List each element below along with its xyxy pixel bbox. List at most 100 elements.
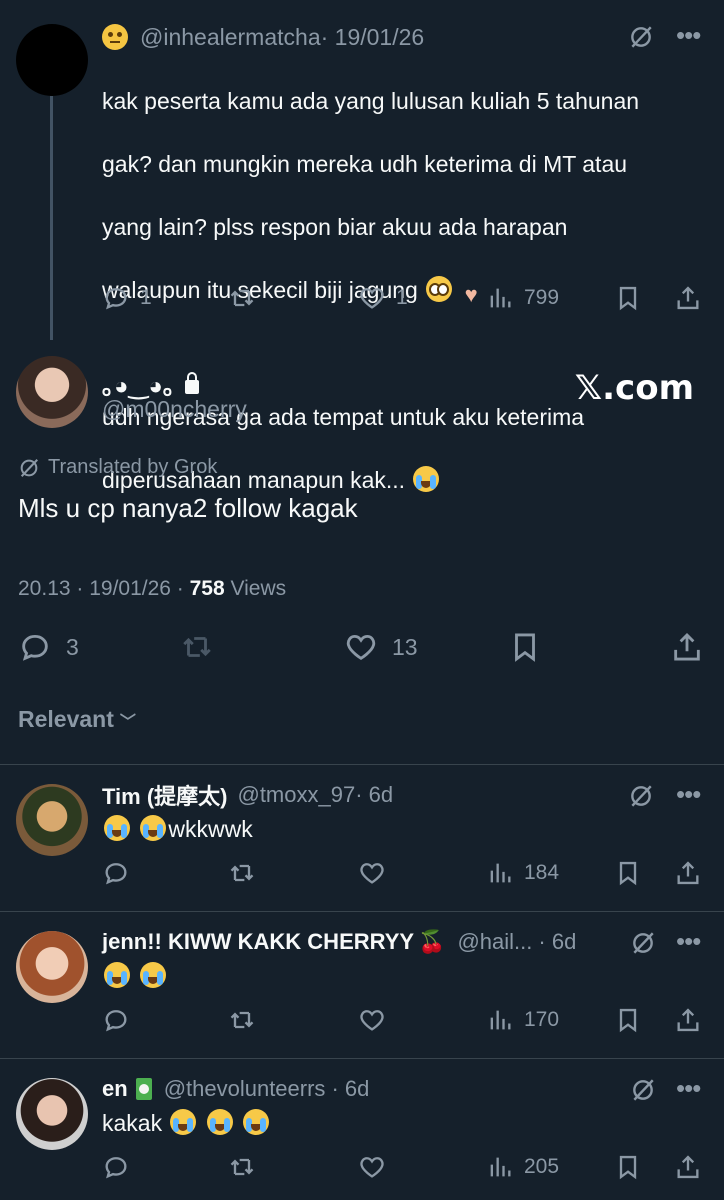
like-button[interactable] (358, 859, 386, 887)
user-handle[interactable]: @hail... (457, 929, 532, 955)
reply-age[interactable]: · 6d (355, 782, 393, 808)
bookmark-icon (614, 1006, 642, 1034)
juice-box-emoji-icon (135, 1078, 152, 1100)
reply-button[interactable] (102, 1006, 130, 1034)
crying-emoji-icon (170, 1109, 197, 1135)
avatar[interactable] (16, 356, 88, 428)
views-button[interactable]: 184 (486, 859, 559, 887)
avatar[interactable] (16, 931, 88, 1003)
user-handle[interactable]: @inhealermatcha (140, 24, 321, 51)
like-button[interactable] (358, 1153, 386, 1181)
more-icon[interactable]: ••• (676, 1073, 701, 1104)
display-name[interactable]: en (102, 1076, 128, 1102)
bookmark-button[interactable] (614, 284, 642, 312)
views-icon (486, 859, 514, 887)
sort-dropdown[interactable]: Relevant ﹀ (18, 706, 136, 733)
like-button[interactable] (358, 1006, 386, 1034)
like-icon (358, 1006, 386, 1034)
thread-page: @inhealermatcha · 19/01/26 ••• kak peser… (0, 0, 724, 1200)
views-button[interactable]: 170 (486, 1006, 559, 1034)
reply-tweet[interactable]: Tim (提摩太) @tmoxx_97 · 6d ••• wkkwwk 184 (0, 765, 724, 911)
cherry-emoji-icon: 🍒 (418, 929, 446, 954)
tweet-date[interactable]: · 19/01/26 (321, 24, 425, 51)
bookmark-icon (508, 630, 542, 664)
reply-age[interactable]: · 6d (538, 929, 576, 955)
reply-text: wkkwwk (168, 816, 253, 842)
more-icon[interactable]: ••• (676, 926, 701, 957)
crying-emoji-icon (104, 815, 130, 841)
tweet-actions: 184 (102, 855, 704, 891)
retweet-icon (228, 284, 256, 312)
reply-icon (102, 284, 130, 312)
views-count: 758 (189, 577, 225, 600)
view-count: 799 (524, 286, 560, 309)
grok-icon[interactable] (628, 783, 654, 809)
retweet-button[interactable] (228, 284, 256, 312)
reply-age[interactable]: · 6d (331, 1076, 369, 1102)
bookmark-button[interactable] (614, 1006, 642, 1034)
reply-header: Tim (提摩太) @tmoxx_97 · 6d (102, 781, 393, 809)
reply-tweet[interactable]: jenn!! KIWW KAKK CHERRYY 🍒 @hail... · 6d… (0, 912, 724, 1058)
retweet-button[interactable] (228, 859, 256, 887)
parent-tweet[interactable]: @inhealermatcha · 19/01/26 ••• kak peser… (0, 0, 724, 493)
share-button[interactable] (674, 1006, 702, 1034)
crying-emoji-icon (206, 1109, 233, 1135)
retweet-icon (180, 630, 214, 664)
bookmark-button[interactable] (508, 630, 542, 664)
more-icon[interactable]: ••• (676, 779, 701, 810)
x-com-watermark: 𝕏.com (574, 368, 694, 408)
share-button[interactable] (670, 630, 704, 664)
bookmark-icon (614, 859, 642, 887)
display-name[interactable]: Tim (提摩太) (102, 779, 227, 811)
views-icon (486, 1153, 514, 1181)
share-button[interactable] (674, 284, 702, 312)
reply-tweet[interactable]: en @thevolunteerrs · 6d ••• kakak 205 (0, 1059, 724, 1200)
views-button[interactable]: 799 (486, 284, 559, 312)
crying-emoji-icon (243, 1109, 270, 1135)
reply-button[interactable] (102, 1153, 130, 1181)
reply-text-row (102, 962, 168, 990)
reply-header: jenn!! KIWW KAKK CHERRYY 🍒 @hail... · 6d (102, 928, 576, 956)
reply-count: 1 (140, 286, 152, 309)
translation-label[interactable]: Translated by Grok (18, 456, 217, 479)
user-handle[interactable]: @thevolunteerrs (164, 1076, 326, 1102)
reply-button[interactable]: 1 (102, 284, 152, 312)
share-button[interactable] (674, 859, 702, 887)
avatar[interactable] (16, 24, 88, 96)
bookmark-button[interactable] (614, 1153, 642, 1181)
bookmark-button[interactable] (614, 859, 642, 887)
lock-icon (184, 371, 199, 394)
crying-emoji-icon (104, 962, 130, 988)
tweet-timestamp[interactable]: 20.13 · 19/01/26 · (18, 577, 190, 600)
like-button[interactable]: 13 (344, 630, 418, 664)
view-count: 170 (524, 1008, 560, 1031)
user-handle[interactable]: @tmoxx_97 (237, 782, 355, 808)
retweet-icon (228, 1006, 256, 1034)
retweet-button[interactable] (180, 630, 214, 664)
grok-icon[interactable] (630, 930, 656, 956)
reply-button[interactable]: 3 (18, 630, 79, 664)
reply-text: kakak (102, 1110, 163, 1136)
reply-button[interactable] (102, 859, 130, 887)
share-button[interactable] (674, 1153, 702, 1181)
grok-icon[interactable] (628, 24, 654, 50)
reply-icon (102, 859, 130, 887)
views-button[interactable]: 205 (486, 1153, 559, 1181)
chevron-down-icon: ﹀ (119, 713, 136, 731)
crying-emoji-icon (140, 815, 167, 841)
tweet-actions: 170 (102, 1002, 704, 1038)
share-icon (670, 630, 704, 664)
like-button[interactable]: 1 (358, 284, 408, 312)
user-handle[interactable]: @m00ncherry (102, 396, 247, 423)
avatar[interactable] (16, 1078, 88, 1150)
retweet-button[interactable] (228, 1006, 256, 1034)
display-name[interactable]: jenn!! KIWW KAKK CHERRYY (102, 929, 414, 955)
like-icon (358, 859, 386, 887)
grok-icon[interactable] (630, 1077, 656, 1103)
grok-icon (18, 457, 40, 479)
more-icon[interactable]: ••• (676, 20, 701, 51)
retweet-button[interactable] (228, 1153, 256, 1181)
reply-icon (102, 1153, 130, 1181)
avatar[interactable] (16, 784, 88, 856)
share-icon (674, 859, 702, 887)
